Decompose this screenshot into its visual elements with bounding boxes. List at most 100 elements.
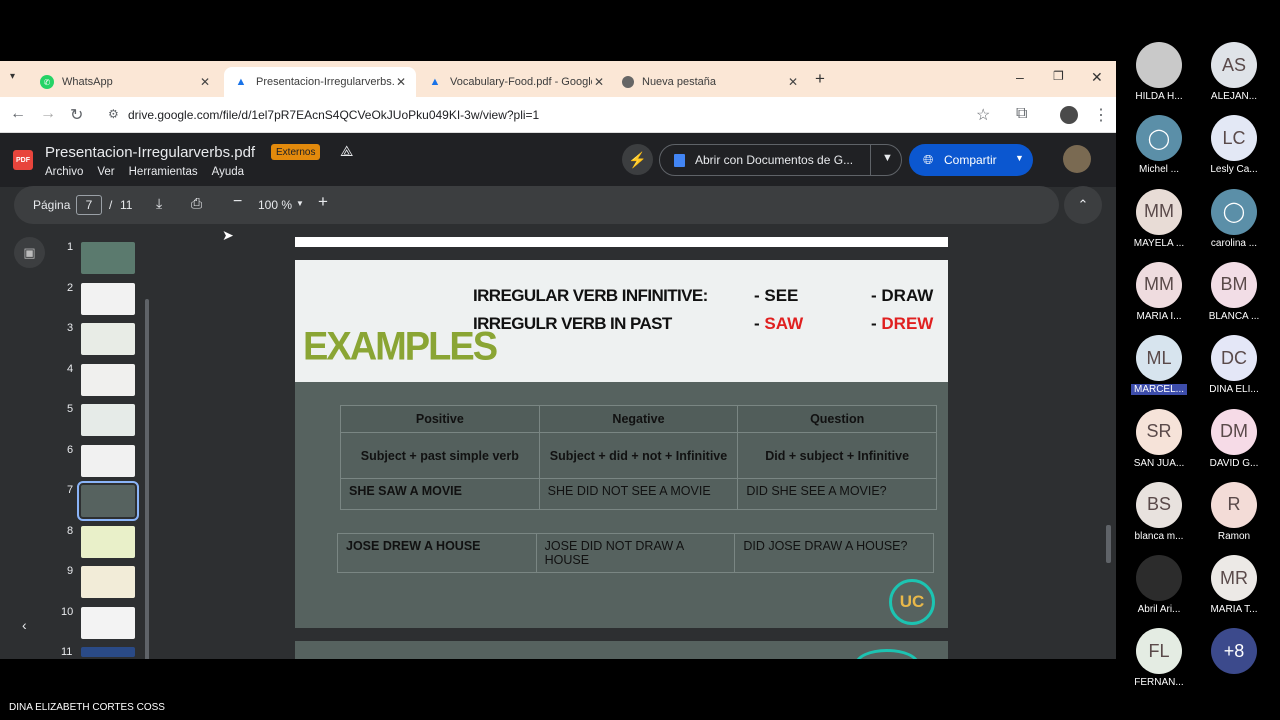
tab-nueva[interactable]: Nueva pestaña ✕ xyxy=(612,67,808,97)
table-cell: DID SHE SEE A MOVIE? xyxy=(737,478,937,510)
participant-name: MARCEL... xyxy=(1131,384,1187,396)
browser-menu-icon[interactable]: ⋮ xyxy=(1093,105,1109,125)
acrobat-button[interactable]: ⚡ xyxy=(622,144,653,175)
thumbnail-page-2[interactable] xyxy=(81,282,135,315)
example-table: JOSE DREW A HOUSE JOSE DID NOT DRAW A HO… xyxy=(337,533,934,573)
zoom-level[interactable]: 100 % xyxy=(258,198,292,212)
tab-whatsapp[interactable]: ✆ WhatsApp ✕ xyxy=(30,67,220,97)
page-separator: / xyxy=(109,198,113,212)
site-info-icon[interactable]: ⚙ xyxy=(108,107,119,121)
new-tab-button[interactable]: + xyxy=(815,69,825,89)
profile-avatar[interactable] xyxy=(1060,106,1078,124)
table-cell: Did + subject + Infinitive xyxy=(737,432,937,479)
avatar: ML xyxy=(1136,335,1182,382)
participant-tile: HILDA H... xyxy=(1121,42,1197,102)
menu-archivo[interactable]: Archivo xyxy=(45,166,83,178)
collapse-toolbar-button[interactable]: ⌃ xyxy=(1064,186,1102,224)
verb-drew: - DREW xyxy=(871,314,933,334)
thumbnail-number: 3 xyxy=(67,322,74,334)
avatar: DC xyxy=(1211,335,1257,382)
verb-draw: - DRAW xyxy=(871,286,933,306)
participant-name: Ramon xyxy=(1217,530,1251,542)
close-window-button[interactable]: ✕ xyxy=(1091,69,1103,86)
thumbnail-toggle-icon[interactable]: ▣ xyxy=(14,237,45,268)
thumbnail-page-11[interactable] xyxy=(81,647,135,657)
bookmark-star-icon[interactable]: ☆ xyxy=(976,105,990,125)
open-with-button[interactable]: Abrir con Documentos de G... ▼ xyxy=(659,144,902,176)
chrome-icon xyxy=(622,76,634,88)
forward-icon[interactable]: → xyxy=(40,105,56,123)
file-name[interactable]: Presentacion-Irregularverbs.pdf xyxy=(45,144,255,161)
participant-name: SAN JUA... xyxy=(1133,457,1185,469)
person-icon: ◯ xyxy=(1222,201,1246,224)
reload-icon[interactable]: ↻ xyxy=(70,105,83,125)
tab-label: Presentacion-Irregularverbs.pdf xyxy=(256,76,394,88)
menu-ayuda[interactable]: Ayuda xyxy=(212,166,244,178)
participant-name: MARIA I... xyxy=(1136,310,1182,322)
thumbnail-page-10[interactable] xyxy=(81,606,135,639)
zoom-out-icon[interactable]: − xyxy=(233,193,242,211)
thumbnail-number: 8 xyxy=(67,524,74,537)
thumbnail-scrollbar[interactable] xyxy=(145,299,149,659)
chevron-down-icon[interactable]: ▼ xyxy=(1015,153,1024,163)
thumbnail-page-3[interactable] xyxy=(81,323,135,355)
close-icon[interactable]: ✕ xyxy=(200,75,210,89)
avatar: MM xyxy=(1136,188,1182,235)
maximize-button[interactable]: ❐ xyxy=(1053,69,1064,83)
tab-presentacion[interactable]: ▲ Presentacion-Irregularverbs.pdf ✕ xyxy=(224,67,416,97)
url-text: drive.google.com/file/d/1el7pR7EAcnS4QCV… xyxy=(128,108,540,122)
share-button[interactable]: 🌐︎ Compartir ▼ xyxy=(909,144,1033,176)
tab-search-button[interactable]: ▾ xyxy=(10,71,24,85)
address-bar: ← → ↻ ⚙ drive.google.com/file/d/1el7pR7E… xyxy=(0,97,1116,133)
page-number-input[interactable]: 7 xyxy=(76,195,102,215)
more-participants-button[interactable]: +8 xyxy=(1196,628,1272,677)
drive-icon: ▲ xyxy=(235,76,247,88)
table-row: JOSE DREW A HOUSE JOSE DID NOT DRAW A HO… xyxy=(337,533,934,573)
meeting-screen: ▾ ✆ WhatsApp ✕ ▲ Presentacion-Irregularv… xyxy=(0,0,1280,720)
avatar: AS xyxy=(1211,42,1257,88)
thumbnail-page-8[interactable] xyxy=(81,525,135,558)
header-negative: Negative xyxy=(538,405,739,433)
infinitive-label: IRREGULAR VERB INFINITIVE: xyxy=(473,286,708,305)
account-avatar[interactable] xyxy=(1063,145,1091,173)
participant-tile: SR SAN JUA... xyxy=(1121,408,1197,469)
participant-name: HILDA H... xyxy=(1135,91,1183,102)
drive-viewer-header: PDF Presentacion-Irregularverbs.pdf Exte… xyxy=(0,133,1116,187)
thumbnail-page-9[interactable] xyxy=(81,566,135,598)
external-badge: Externos xyxy=(271,144,321,160)
verb-saw: - SAW xyxy=(754,314,803,334)
chevron-down-icon[interactable]: ▼ xyxy=(296,199,304,208)
close-icon[interactable]: ✕ xyxy=(594,75,604,89)
url-field[interactable]: ⚙ drive.google.com/file/d/1el7pR7EAcnS4Q… xyxy=(100,101,1000,129)
pdf-toolbar: Página 7 / 11 ⤓ ⎙ − 100 % ▼ + xyxy=(14,186,1059,224)
add-shortcut-icon[interactable]: ⟁ xyxy=(340,143,353,160)
menu-herramientas[interactable]: Herramientas xyxy=(129,166,198,178)
thumbnail-page-7[interactable] xyxy=(77,481,139,521)
close-icon[interactable]: ✕ xyxy=(396,75,406,89)
collapse-left-icon[interactable]: ‹ xyxy=(22,617,27,633)
participant-tile: DC DINA ELI... xyxy=(1196,335,1272,395)
thumbnail-page-5[interactable] xyxy=(81,404,135,436)
previous-page-strip xyxy=(295,237,948,247)
table-cell: JOSE DID NOT DRAW A HOUSE xyxy=(535,533,736,573)
minimize-button[interactable]: – xyxy=(1016,69,1024,85)
thumbnail-page-4[interactable] xyxy=(81,363,135,396)
thumbnail-number: 1 xyxy=(67,241,74,253)
viewer-menu: Archivo Ver Herramientas Ayuda xyxy=(45,166,244,178)
participant-tile: BM BLANCA ... xyxy=(1196,261,1272,322)
close-icon[interactable]: ✕ xyxy=(788,75,798,89)
chevron-down-icon[interactable]: ▼ xyxy=(882,152,893,164)
zoom-in-icon[interactable]: + xyxy=(318,192,328,212)
page-scrollbar[interactable] xyxy=(1106,525,1111,563)
thumbnail-page-6[interactable] xyxy=(81,444,135,477)
menu-ver[interactable]: Ver xyxy=(97,166,114,178)
thumbnail-page-1[interactable] xyxy=(81,242,135,274)
tab-vocabulary[interactable]: ▲ Vocabulary-Food.pdf - Google ✕ xyxy=(418,67,614,97)
docs-icon xyxy=(674,154,685,167)
print-icon[interactable]: ⎙ xyxy=(191,195,202,212)
back-icon[interactable]: ← xyxy=(10,105,26,123)
download-icon[interactable]: ⤓ xyxy=(156,195,162,212)
avatar xyxy=(1136,555,1182,602)
participant-tile: FL FERNAN... xyxy=(1121,628,1197,688)
extensions-icon[interactable]: ⧉ xyxy=(1016,105,1027,123)
